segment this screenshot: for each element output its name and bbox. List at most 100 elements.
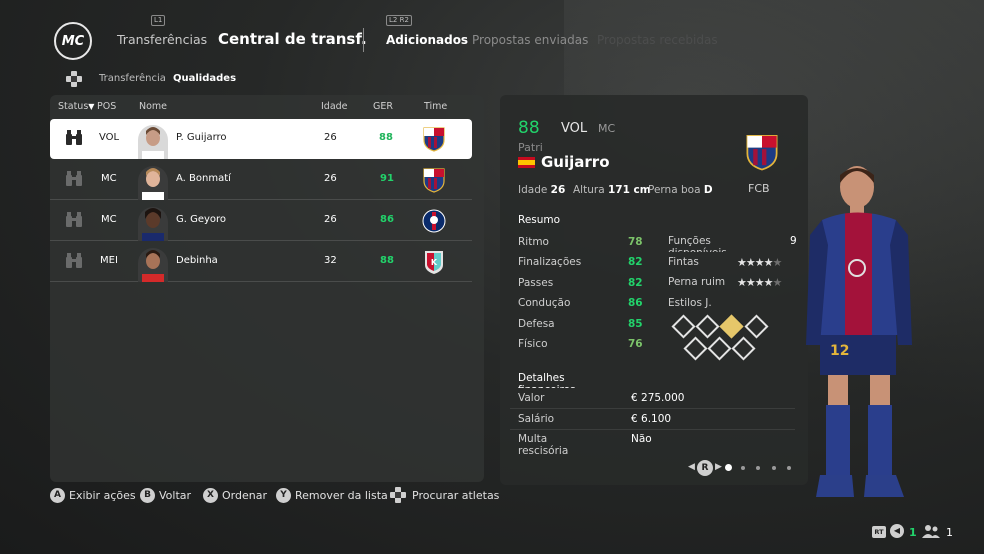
y-button-icon[interactable]: Y <box>276 488 291 503</box>
row-age: 26 <box>324 173 337 184</box>
foot-meta: Perna boa D <box>648 184 713 196</box>
table-row[interactable]: MEI Debinha 32 88 K <box>50 242 472 282</box>
r-stick-button[interactable]: R <box>697 460 713 476</box>
playstyles-icons <box>668 313 778 361</box>
stat-value: 78 <box>628 236 643 248</box>
col-status-label: Status <box>58 101 89 112</box>
foot-label: Perna boa <box>648 184 701 196</box>
a-button-icon[interactable]: A <box>50 488 65 503</box>
playstyle-icon <box>683 336 708 361</box>
nav-central-transf[interactable]: Central de transf. <box>218 30 367 48</box>
stat-value: 82 <box>628 256 643 268</box>
barcelona-crest-icon <box>746 135 778 171</box>
playstyle-icon <box>731 336 756 361</box>
rt-button-icon[interactable]: RT <box>872 526 886 538</box>
card-pager[interactable]: ◀ R ▶ <box>688 460 798 476</box>
stat-value: 82 <box>628 277 643 289</box>
dpad-icon <box>66 71 82 87</box>
sort-arrow-icon: ▼ <box>88 102 95 111</box>
pager-dot[interactable] <box>787 466 791 470</box>
action-sort[interactable]: Ordenar <box>222 489 267 502</box>
row-ger: 88 <box>379 132 393 143</box>
col-ger[interactable]: GER <box>373 101 393 112</box>
psg-crest-icon <box>422 209 446 233</box>
finance-label: Valor <box>518 392 545 404</box>
stat-value: 86 <box>628 297 643 309</box>
finance-row: Salário € 6.100 <box>510 409 795 430</box>
action-show-actions[interactable]: Exibir ações <box>69 489 136 502</box>
binoculars-icon <box>66 253 82 268</box>
height-label: Altura <box>573 184 605 196</box>
subnav-qualidades[interactable]: Qualidades <box>173 73 236 84</box>
nav-divider <box>363 28 364 52</box>
pager-left-arrow-icon[interactable]: ◀ <box>688 462 695 472</box>
finance-title: Detalhes financeiros <box>518 372 576 388</box>
finance-row: Valor € 275.000 <box>510 388 795 409</box>
action-back[interactable]: Voltar <box>159 489 191 502</box>
tab-propostas-enviadas[interactable]: Propostas enviadas <box>472 33 588 47</box>
playstyle-icon <box>707 336 732 361</box>
users-icon[interactable] <box>922 524 940 538</box>
table-row[interactable]: MC A. Bonmatí 26 91 <box>50 160 472 200</box>
action-remove-from-list[interactable]: Remover da lista <box>295 489 388 502</box>
barcelona-crest-icon <box>423 168 445 193</box>
weak-foot-stars: ★★★★★ <box>737 276 782 289</box>
foot-value: D <box>703 184 713 196</box>
row-name: A. Bonmatí <box>176 173 231 184</box>
logo-text: MC <box>61 33 85 49</box>
pager-dot[interactable] <box>756 466 760 470</box>
player-model-image: 12 <box>806 166 912 497</box>
col-status[interactable]: Status▼ <box>58 101 94 112</box>
player-avatar <box>138 207 168 241</box>
playstyles-label: Estilos J. <box>668 297 712 309</box>
roles-value: 9 <box>790 235 797 247</box>
binoculars-icon <box>66 130 82 145</box>
action-search-players[interactable]: Procurar atletas <box>412 489 499 502</box>
stat-value: 76 <box>628 338 643 350</box>
age-meta: Idade 26 <box>518 184 565 196</box>
svg-text:K: K <box>431 258 438 267</box>
pager-dot[interactable] <box>741 466 745 470</box>
row-age: 26 <box>324 214 337 225</box>
x-button-icon[interactable]: X <box>203 488 218 503</box>
row-ger: 86 <box>380 214 394 225</box>
spain-flag-icon <box>518 157 535 168</box>
roles-label: Funções disponíveis <box>668 235 727 252</box>
row-name: G. Geyoro <box>176 214 227 225</box>
nav-transfers[interactable]: Transferências <box>117 32 207 47</box>
summary-title: Resumo <box>518 214 561 226</box>
playstyle-icon <box>744 314 769 339</box>
users-count: 1 <box>946 526 953 539</box>
table-row[interactable]: MC G. Geyoro 26 86 <box>50 201 472 241</box>
barcelona-crest-icon <box>423 127 445 152</box>
stat-label: Passes <box>518 277 554 289</box>
kc-current-crest-icon: K <box>425 251 443 274</box>
row-name: Debinha <box>176 255 218 266</box>
col-idade[interactable]: Idade <box>321 101 348 112</box>
pager-dot[interactable] <box>772 466 776 470</box>
left-arrow-circle-icon[interactable]: ◀ <box>890 524 904 538</box>
dpad-icon[interactable] <box>388 486 408 504</box>
svg-text:12: 12 <box>830 343 849 359</box>
skill-moves-stars: ★★★★★ <box>737 256 782 269</box>
col-nome[interactable]: Nome <box>139 101 167 112</box>
tab-propostas-recebidas[interactable]: Propostas recebidas <box>597 33 718 47</box>
subnav-transferencia[interactable]: Transferência <box>99 73 166 84</box>
stat-label: Físico <box>518 338 548 350</box>
col-pos[interactable]: POS <box>97 101 116 112</box>
b-button-icon[interactable]: B <box>140 488 155 503</box>
row-age: 26 <box>324 132 337 143</box>
playstyle-plus-icon <box>719 314 744 339</box>
pager-dot-active[interactable] <box>725 464 732 471</box>
table-row[interactable]: VOL P. Guijarro 26 88 <box>50 119 472 159</box>
pager-right-arrow-icon[interactable]: ▶ <box>715 462 722 472</box>
tab-adicionados[interactable]: Adicionados <box>386 33 468 47</box>
row-age: 32 <box>324 255 337 266</box>
finance-label: Salário <box>518 413 555 425</box>
stat-label: Defesa <box>518 318 555 330</box>
row-name: P. Guijarro <box>176 132 227 143</box>
col-time[interactable]: Time <box>424 101 447 112</box>
weak-foot-label: Perna ruim <box>668 276 726 288</box>
row-ger: 91 <box>380 173 394 184</box>
mc-logo: MC <box>54 22 92 60</box>
